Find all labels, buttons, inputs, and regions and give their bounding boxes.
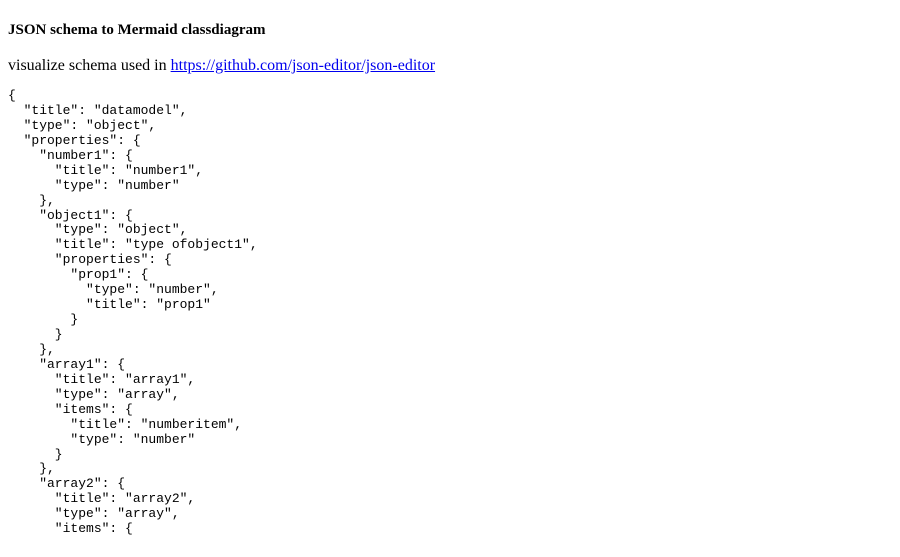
intro-paragraph: visualize schema used in https://github.…	[8, 57, 892, 75]
page-heading: JSON schema to Mermaid classdiagram	[8, 22, 892, 39]
intro-text: visualize schema used in	[8, 57, 171, 74]
json-code-block: { "title": "datamodel", "type": "object"…	[8, 89, 892, 537]
github-link[interactable]: https://github.com/json-editor/json-edit…	[171, 57, 435, 74]
